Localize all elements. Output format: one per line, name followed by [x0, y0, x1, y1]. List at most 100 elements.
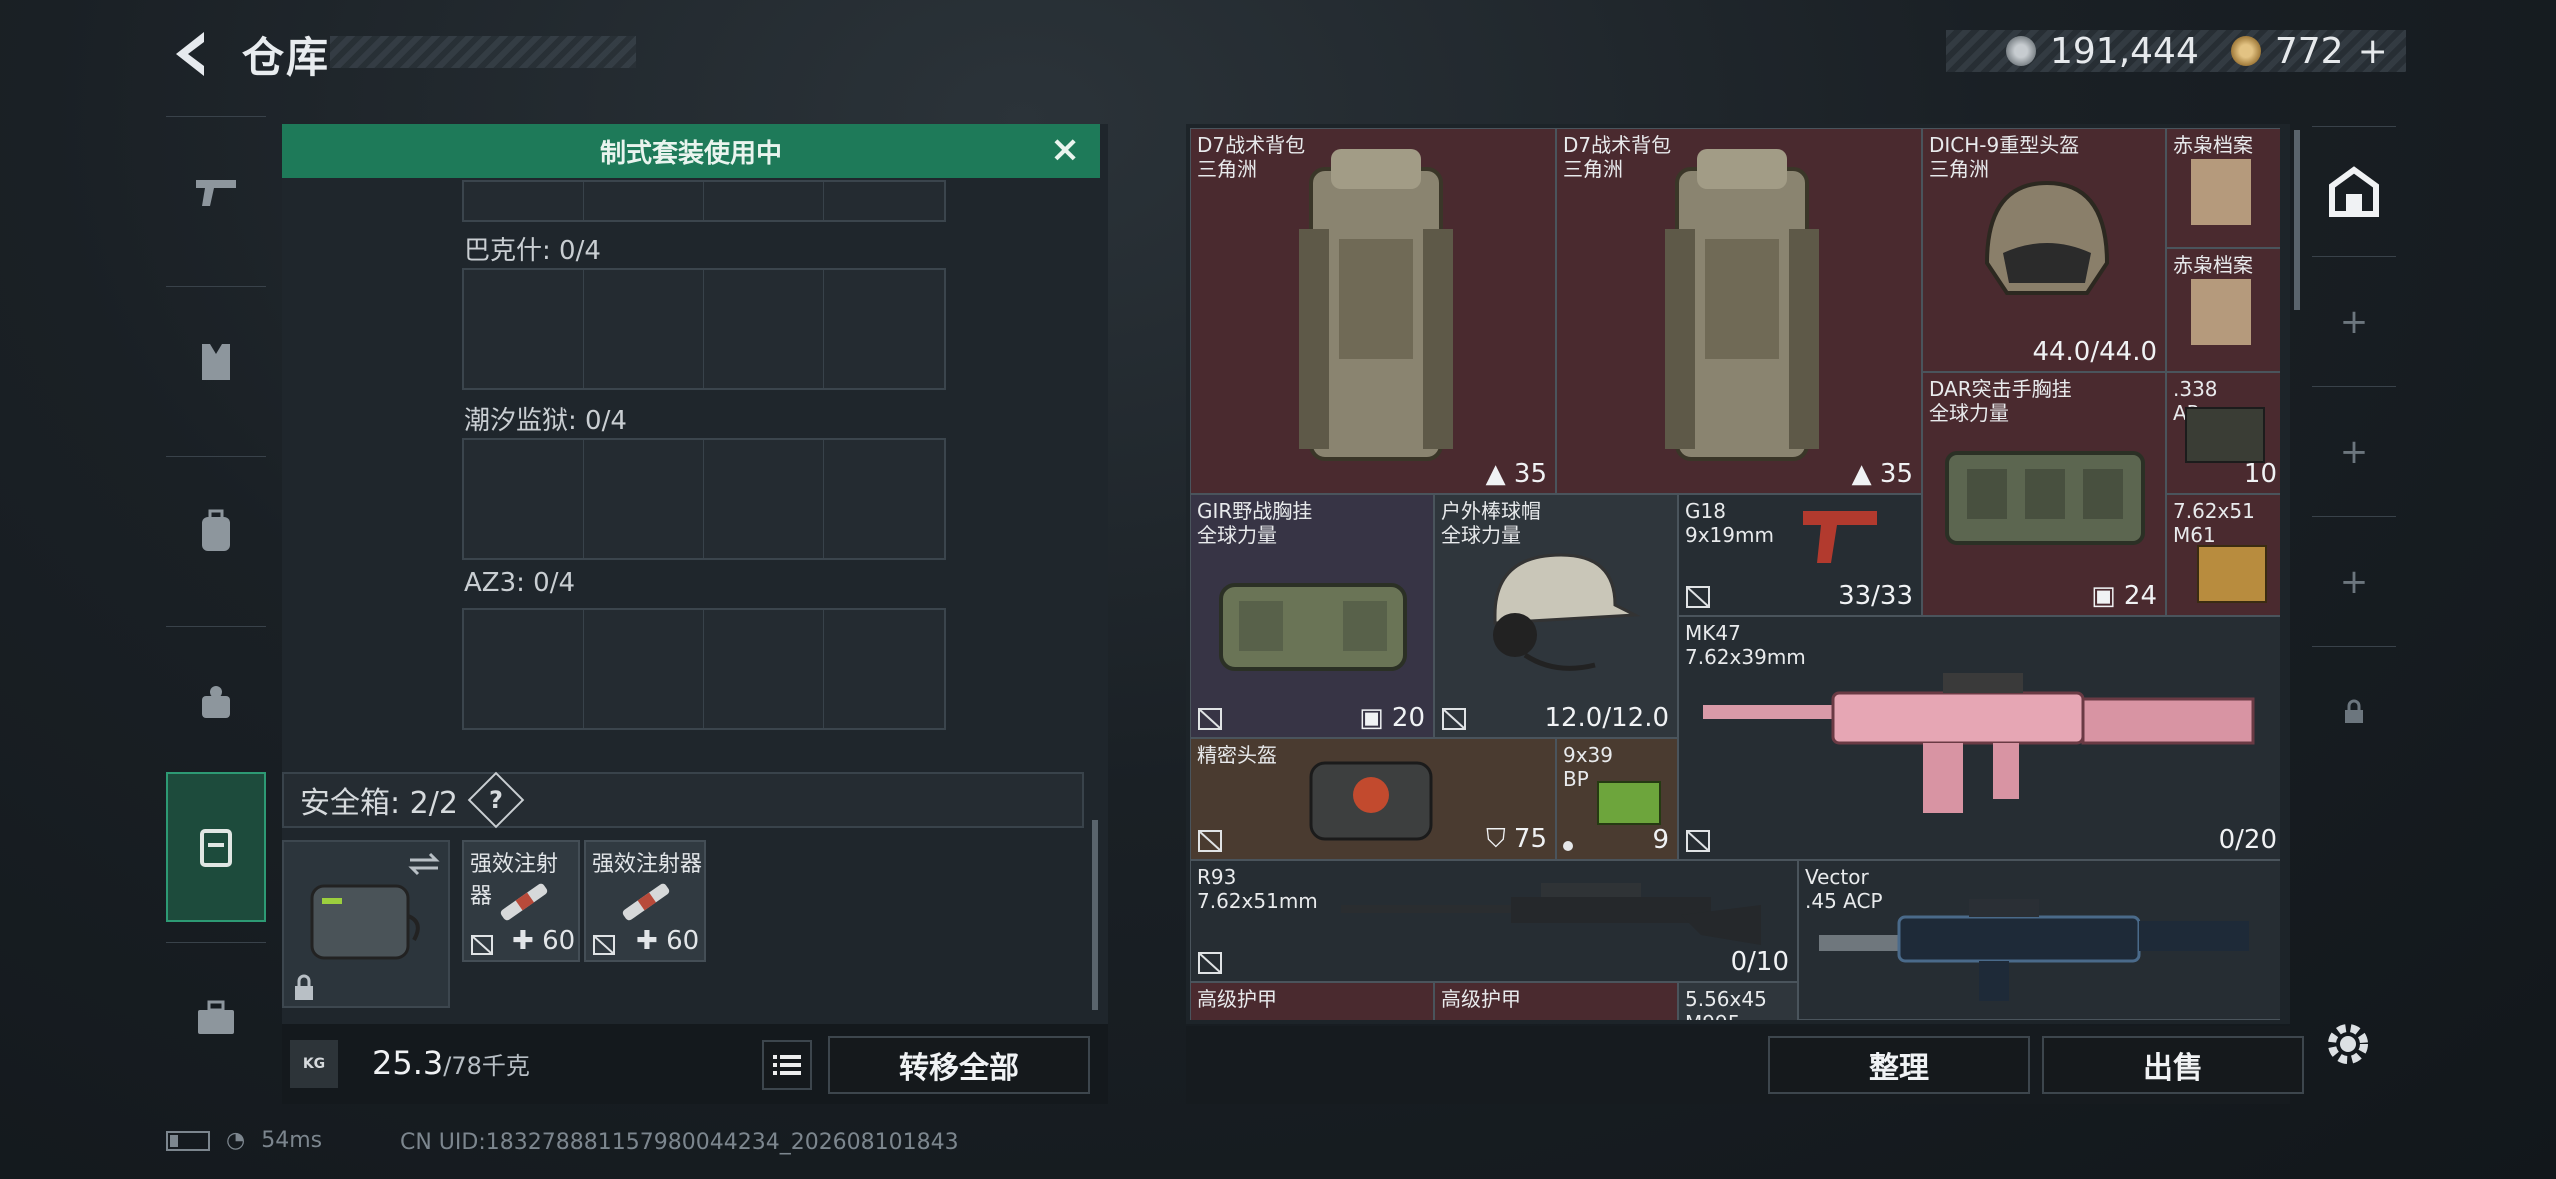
smg-image: [1819, 899, 2249, 1001]
stash-item-9x39[interactable]: 9x39 BP 9: [1556, 738, 1678, 860]
stash-item-556x45[interactable]: 5.56x45M995: [1678, 982, 1798, 1020]
slot-cell[interactable]: [704, 270, 824, 388]
stash-item-helmet-dich9[interactable]: DICH-9重型头盔 三角洲 44.0/44.0: [1922, 128, 2166, 372]
item-name: 精密头盔: [1197, 743, 1277, 767]
slot-cell[interactable]: [584, 182, 704, 220]
stash-grid: D7战术背包 三角洲 ▲ 35 D7战术背包 三角洲 ▲ 35 DICH-9重型头盔…: [1190, 128, 2280, 1020]
ammo-box-image: [2185, 407, 2265, 463]
slot-grid-bakshi: [462, 268, 946, 390]
lock-icon: [2345, 699, 2363, 723]
stash-item-gir-vest[interactable]: GIR野战胸挂 全球力量 ▣ 20: [1190, 494, 1434, 738]
coin-icon: [2006, 36, 2036, 66]
case-icon: [310, 884, 420, 960]
sort-button[interactable]: 整理: [1768, 1036, 2030, 1094]
stash-scrollbar[interactable]: [2294, 130, 2300, 310]
slot-cell[interactable]: [464, 440, 584, 558]
item-slots: ▣ 20: [1359, 703, 1425, 733]
nav-pouch[interactable]: [166, 626, 266, 776]
item-name: 高级护甲: [1441, 987, 1521, 1011]
stash-tab-locked[interactable]: [2312, 646, 2396, 776]
unmarked-icon: [1198, 830, 1222, 852]
sell-button[interactable]: 出售: [2042, 1036, 2304, 1094]
stash-item-r93[interactable]: R93 7.62x51mm 0/10: [1190, 860, 1798, 982]
cap-image: [1493, 553, 1641, 671]
stash-item-762x51[interactable]: 7.62x51 M61: [2166, 494, 2280, 616]
add-currency-button[interactable]: +: [2358, 31, 2388, 72]
slot-cell[interactable]: [824, 270, 944, 388]
item-ammo: 0/10: [1730, 947, 1789, 977]
injector-item-1[interactable]: 强效注射器 ✚ 60: [462, 840, 580, 962]
scrollbar[interactable]: [1092, 820, 1098, 1010]
injector-item-2[interactable]: 强效注射器 ✚ 60: [584, 840, 706, 962]
slot-cell[interactable]: [704, 440, 824, 558]
nav-backpack[interactable]: [166, 456, 266, 606]
pistol-icon: [196, 179, 236, 206]
ping-text: 54ms: [261, 1128, 323, 1153]
nav-vest[interactable]: [166, 286, 266, 436]
nav-weapon[interactable]: [166, 116, 266, 266]
backpack-image: [1665, 149, 1819, 461]
close-icon[interactable]: ×: [1050, 132, 1086, 168]
stash-item-backpack-2[interactable]: D7战术背包 三角洲 ▲ 35: [1556, 128, 1922, 494]
slot-cell[interactable]: [464, 270, 584, 388]
item-ammo: 0/20: [2218, 825, 2277, 855]
safebox-case[interactable]: [282, 840, 450, 1008]
currency-bar: 191,444 772 +: [1946, 30, 2406, 72]
back-arrow-icon: [176, 32, 204, 76]
nav-toolbox[interactable]: [166, 942, 266, 1092]
list-icon: [773, 1055, 801, 1075]
heal-value: ✚ 60: [636, 926, 700, 956]
slot-cell[interactable]: [584, 610, 704, 728]
gear-icon: [2328, 1024, 2368, 1064]
unmarked-icon: [1442, 708, 1466, 730]
item-durability: 44.0/44.0: [2032, 337, 2157, 367]
stash-item-mk47[interactable]: MK47 7.62x39mm 0/20: [1678, 616, 2280, 860]
stash-item-archive-2[interactable]: 赤枭档案: [2166, 248, 2280, 372]
currency-secondary: 772: [2274, 30, 2344, 72]
stash-item-g18[interactable]: G18 9x19mm 33/33: [1678, 494, 1922, 616]
item-name: MK47 7.62x39mm: [1685, 621, 1806, 669]
stash-item-baseball-cap[interactable]: 户外棒球帽 全球力量 12.0/12.0: [1434, 494, 1678, 738]
ammo-box-image: [2197, 545, 2267, 603]
slot-cell[interactable]: [704, 182, 824, 220]
help-icon[interactable]: ?: [467, 771, 525, 829]
stash-footer: 整理 出售: [1186, 1026, 2304, 1104]
back-button[interactable]: [160, 22, 224, 86]
backpack-image: [1299, 149, 1453, 461]
slot-cell[interactable]: [584, 270, 704, 388]
stash-item-advanced-armor-1[interactable]: 高级护甲: [1190, 982, 1434, 1020]
slot-cell[interactable]: [584, 440, 704, 558]
list-button[interactable]: [762, 1040, 812, 1090]
stash-item-338-ammo[interactable]: .338AP 10: [2166, 372, 2280, 494]
section-label-az3: AZ3: 0/4: [464, 568, 576, 598]
item-name: 赤枭档案: [2173, 253, 2253, 277]
stash-tab-main[interactable]: [2312, 126, 2396, 256]
stash-tab-add-1[interactable]: +: [2312, 256, 2396, 386]
item-name: 赤枭档案: [2173, 133, 2253, 157]
stash-item-archive-1[interactable]: 赤枭档案: [2166, 128, 2280, 248]
currency-primary: 191,444: [2050, 30, 2199, 72]
nav-safebox[interactable]: [166, 772, 266, 922]
stash-tab-add-2[interactable]: +: [2312, 386, 2396, 516]
status-bar: ◔ 54ms: [166, 1128, 322, 1153]
slot-cell[interactable]: [824, 440, 944, 558]
triangle-coin-icon: [2230, 36, 2261, 66]
slot-cell[interactable]: [824, 182, 944, 220]
toolbox-icon: [198, 1000, 234, 1034]
slot-cell[interactable]: [824, 610, 944, 728]
slot-cell[interactable]: [464, 610, 584, 728]
stash-item-backpack-1[interactable]: D7战术背包 三角洲 ▲ 35: [1190, 128, 1556, 494]
stash-tab-add-3[interactable]: +: [2312, 516, 2396, 646]
helmet-image: [1984, 180, 2110, 295]
stash-item-vector[interactable]: Vector .45 ACP: [1798, 860, 2280, 1020]
settings-button[interactable]: [2320, 1016, 2376, 1072]
unmarked-icon: [471, 935, 493, 955]
stash-item-dar-vest[interactable]: DAR突击手胸挂 全球力量 ▣ 24: [1922, 372, 2166, 616]
slot-cell[interactable]: [464, 182, 584, 220]
slot-cell[interactable]: [704, 610, 824, 728]
stash-item-precision-helmet[interactable]: 精密头盔 ⛉ 75: [1190, 738, 1556, 860]
stash-item-advanced-armor-2[interactable]: 高级护甲: [1434, 982, 1678, 1020]
item-name: D7战术背包 三角洲: [1197, 133, 1306, 181]
weight-readout: 25.3/78千克: [372, 1044, 530, 1082]
transfer-all-button[interactable]: 转移全部: [828, 1036, 1090, 1094]
